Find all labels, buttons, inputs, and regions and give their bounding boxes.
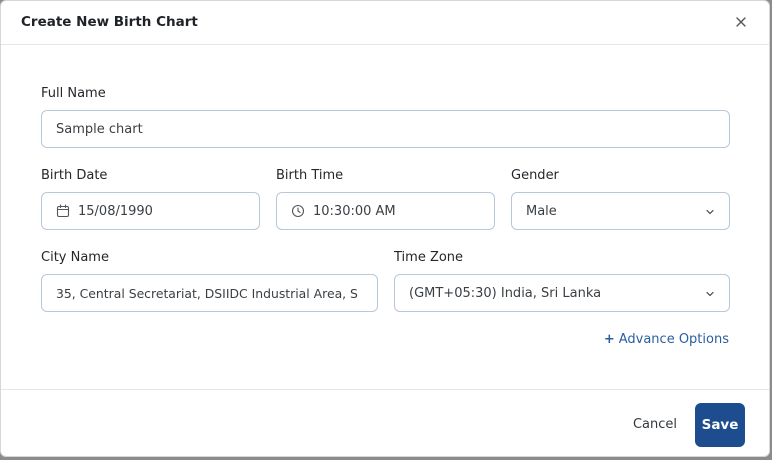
birth-date-label: Birth Date: [41, 168, 108, 183]
save-button[interactable]: Save: [695, 403, 745, 447]
city-name-input[interactable]: 35, Central Secretariat, DSIIDC Industri…: [41, 274, 378, 312]
chevron-down-icon: [706, 209, 714, 215]
birth-time-input[interactable]: 10:30:00 AM: [276, 192, 495, 230]
birth-date-input[interactable]: 15/08/1990: [41, 192, 260, 230]
gender-select[interactable]: Male: [511, 192, 730, 230]
full-name-input[interactable]: Sample chart: [41, 110, 730, 148]
birth-date-value: 15/08/1990: [78, 203, 153, 219]
time-zone-label: Time Zone: [394, 250, 464, 265]
close-button[interactable]: [733, 14, 749, 30]
dialog-title: Create New Birth Chart: [21, 14, 198, 30]
advance-options-link[interactable]: + Advance Options: [604, 332, 729, 347]
full-name-value: Sample chart: [56, 121, 143, 137]
dialog-header: Create New Birth Chart: [1, 1, 769, 45]
plus-icon: +: [603, 332, 615, 347]
city-name-value: 35, Central Secretariat, DSIIDC Industri…: [56, 285, 358, 301]
full-name-label: Full Name: [41, 86, 106, 101]
gender-value: Male: [526, 203, 557, 219]
birth-time-label: Birth Time: [276, 168, 344, 183]
chevron-down-icon: [706, 291, 714, 297]
create-birth-chart-dialog: Create New Birth Chart Full Name Sample …: [0, 0, 770, 457]
calendar-icon: [56, 204, 70, 218]
birth-time-value: 10:30:00 AM: [313, 203, 396, 219]
close-icon: [736, 17, 746, 27]
city-name-label: City Name: [41, 250, 109, 265]
clock-icon: [291, 204, 305, 218]
dialog-footer: Cancel Save: [1, 389, 769, 456]
time-zone-value: (GMT+05:30) India, Sri Lanka: [409, 285, 602, 301]
advance-options-label: Advance Options: [618, 332, 729, 347]
cancel-button[interactable]: Cancel: [633, 417, 677, 432]
time-zone-select[interactable]: (GMT+05:30) India, Sri Lanka: [394, 274, 730, 312]
gender-label: Gender: [511, 168, 559, 183]
